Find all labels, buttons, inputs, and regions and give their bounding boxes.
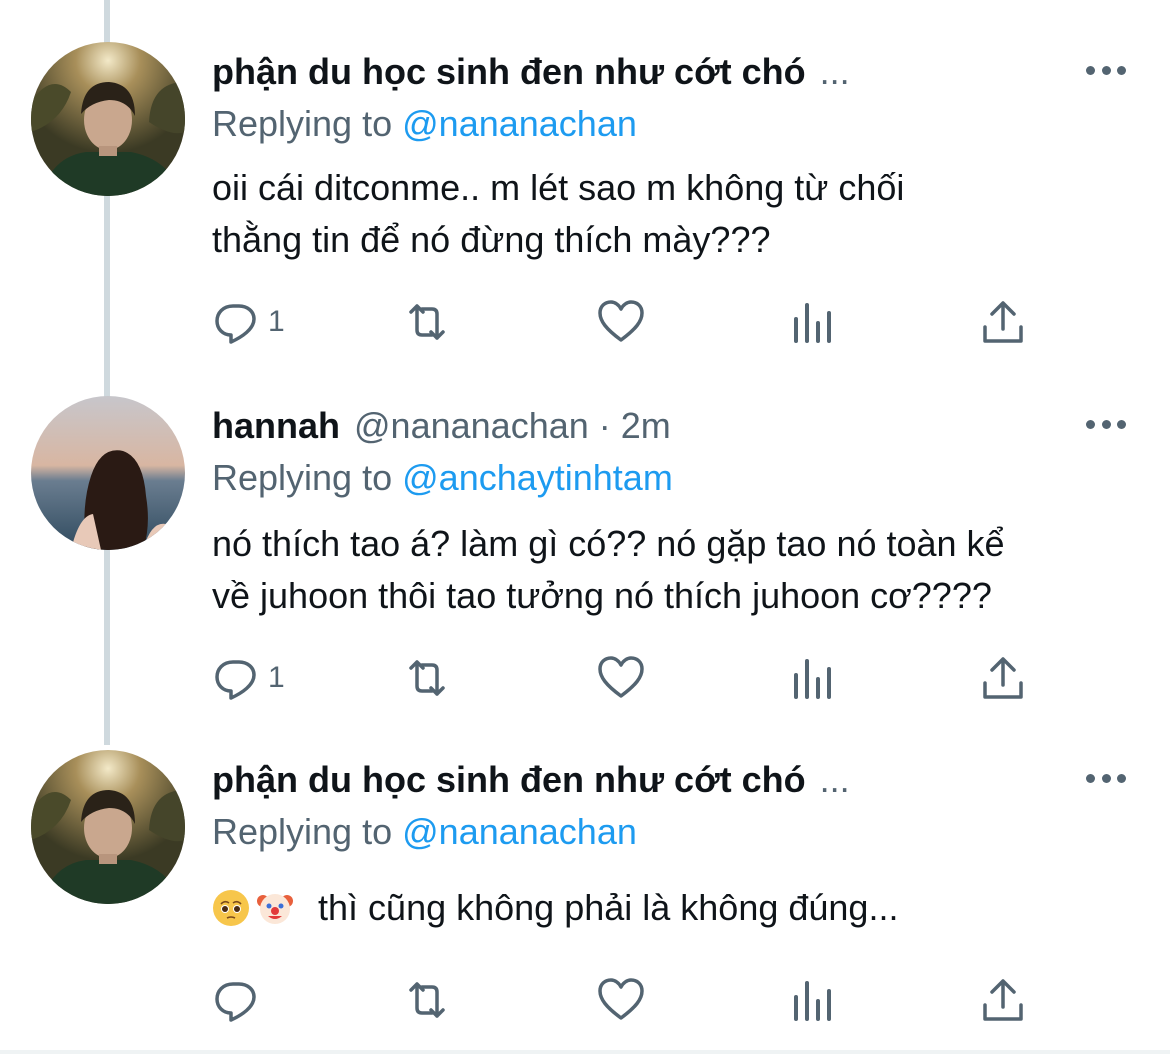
replying-to: Replying to @nananachan [212, 808, 637, 856]
timestamp[interactable]: 2m [621, 402, 671, 450]
separator: · [598, 405, 611, 446]
bottom-divider [0, 1050, 1170, 1054]
avatar-boy-forest-icon [31, 42, 185, 196]
avatar-girl-sea-icon [31, 396, 185, 550]
reply-button[interactable] [212, 970, 268, 1030]
reply-button[interactable]: 1 [212, 648, 285, 708]
share-icon [983, 979, 1023, 1021]
tweet-text-line: thì cũng không phải là không đúng... [318, 887, 899, 928]
action-bar: 1 [0, 292, 1170, 352]
author-row: hannah @nananachan · 2m [212, 402, 671, 450]
replying-to-mention[interactable]: @anchaytinhtam [402, 457, 673, 498]
replying-to: Replying to @nananachan [212, 100, 637, 148]
share-icon [983, 657, 1023, 699]
handle[interactable]: @nananachan [354, 402, 589, 450]
more-options-icon[interactable] [1086, 60, 1126, 80]
more-options-icon[interactable] [1086, 414, 1126, 434]
retweet-button[interactable] [402, 648, 452, 708]
avatar-boy-forest-icon [31, 750, 185, 904]
action-bar: 1 [0, 648, 1170, 708]
analytics-button[interactable] [788, 970, 838, 1030]
like-button[interactable] [596, 648, 646, 708]
analytics-button[interactable] [788, 648, 838, 708]
like-button[interactable] [596, 970, 646, 1030]
tweet-text-line: oii cái ditconme.. m lét sao m không từ … [212, 167, 905, 208]
reply-icon [215, 660, 256, 700]
retweet-icon [409, 982, 445, 1018]
analytics-icon [794, 659, 831, 699]
name-truncation: ... [819, 759, 850, 800]
analytics-icon [794, 981, 831, 1021]
author-row: phận du học sinh đen như cớt chó ... [212, 756, 850, 804]
clown-face-emoji-icon [256, 889, 294, 927]
share-button[interactable] [978, 648, 1028, 708]
share-button[interactable] [978, 970, 1028, 1030]
tweet-text: oii cái ditconme.. m lét sao m không từ … [212, 162, 1152, 266]
retweet-icon [409, 304, 445, 340]
reply-icon [215, 304, 256, 344]
share-button[interactable] [978, 292, 1028, 352]
replying-to-label: Replying to [212, 811, 393, 852]
retweet-icon [409, 660, 445, 696]
tweet-text-line: về juhoon thôi tao tưởng nó thích juhoon… [212, 575, 992, 616]
like-icon [598, 300, 644, 342]
reply-icon [215, 982, 256, 1022]
replying-to: Replying to @anchaytinhtam [212, 454, 673, 502]
reply-count: 1 [268, 661, 285, 694]
tweet-text-line: nó thích tao á? làm gì có?? nó gặp tao n… [212, 523, 1005, 564]
avatar[interactable] [31, 750, 185, 904]
reply-count: 1 [268, 305, 285, 338]
analytics-icon [794, 303, 831, 343]
replying-to-mention[interactable]: @nananachan [402, 103, 637, 144]
replying-to-label: Replying to [212, 457, 393, 498]
like-icon [598, 978, 644, 1020]
reply-button[interactable]: 1 [212, 292, 285, 352]
retweet-button[interactable] [402, 970, 452, 1030]
display-name[interactable]: phận du học sinh đen như cớt chó [212, 48, 806, 96]
retweet-button[interactable] [402, 292, 452, 352]
avatar[interactable] [31, 42, 185, 196]
analytics-button[interactable] [788, 292, 838, 352]
action-bar [0, 970, 1170, 1030]
tweet-text-line: thằng tin để nó đừng thích mày??? [212, 219, 771, 260]
display-name[interactable]: hannah [212, 402, 340, 450]
replying-to-label: Replying to [212, 103, 393, 144]
author-row: phận du học sinh đen như cớt chó ... [212, 48, 850, 96]
name-truncation: ... [819, 51, 850, 92]
replying-to-mention[interactable]: @nananachan [402, 811, 637, 852]
tweet-text: nó thích tao á? làm gì có?? nó gặp tao n… [212, 518, 1152, 622]
like-button[interactable] [596, 292, 646, 352]
like-icon [598, 656, 644, 698]
display-name[interactable]: phận du học sinh đen như cớt chó [212, 756, 806, 804]
avatar[interactable] [31, 396, 185, 550]
more-options-icon[interactable] [1086, 768, 1126, 788]
tweet-text: thì cũng không phải là không đúng... [212, 882, 1152, 934]
pleading-face-emoji-icon [212, 889, 250, 927]
share-icon [983, 301, 1023, 343]
